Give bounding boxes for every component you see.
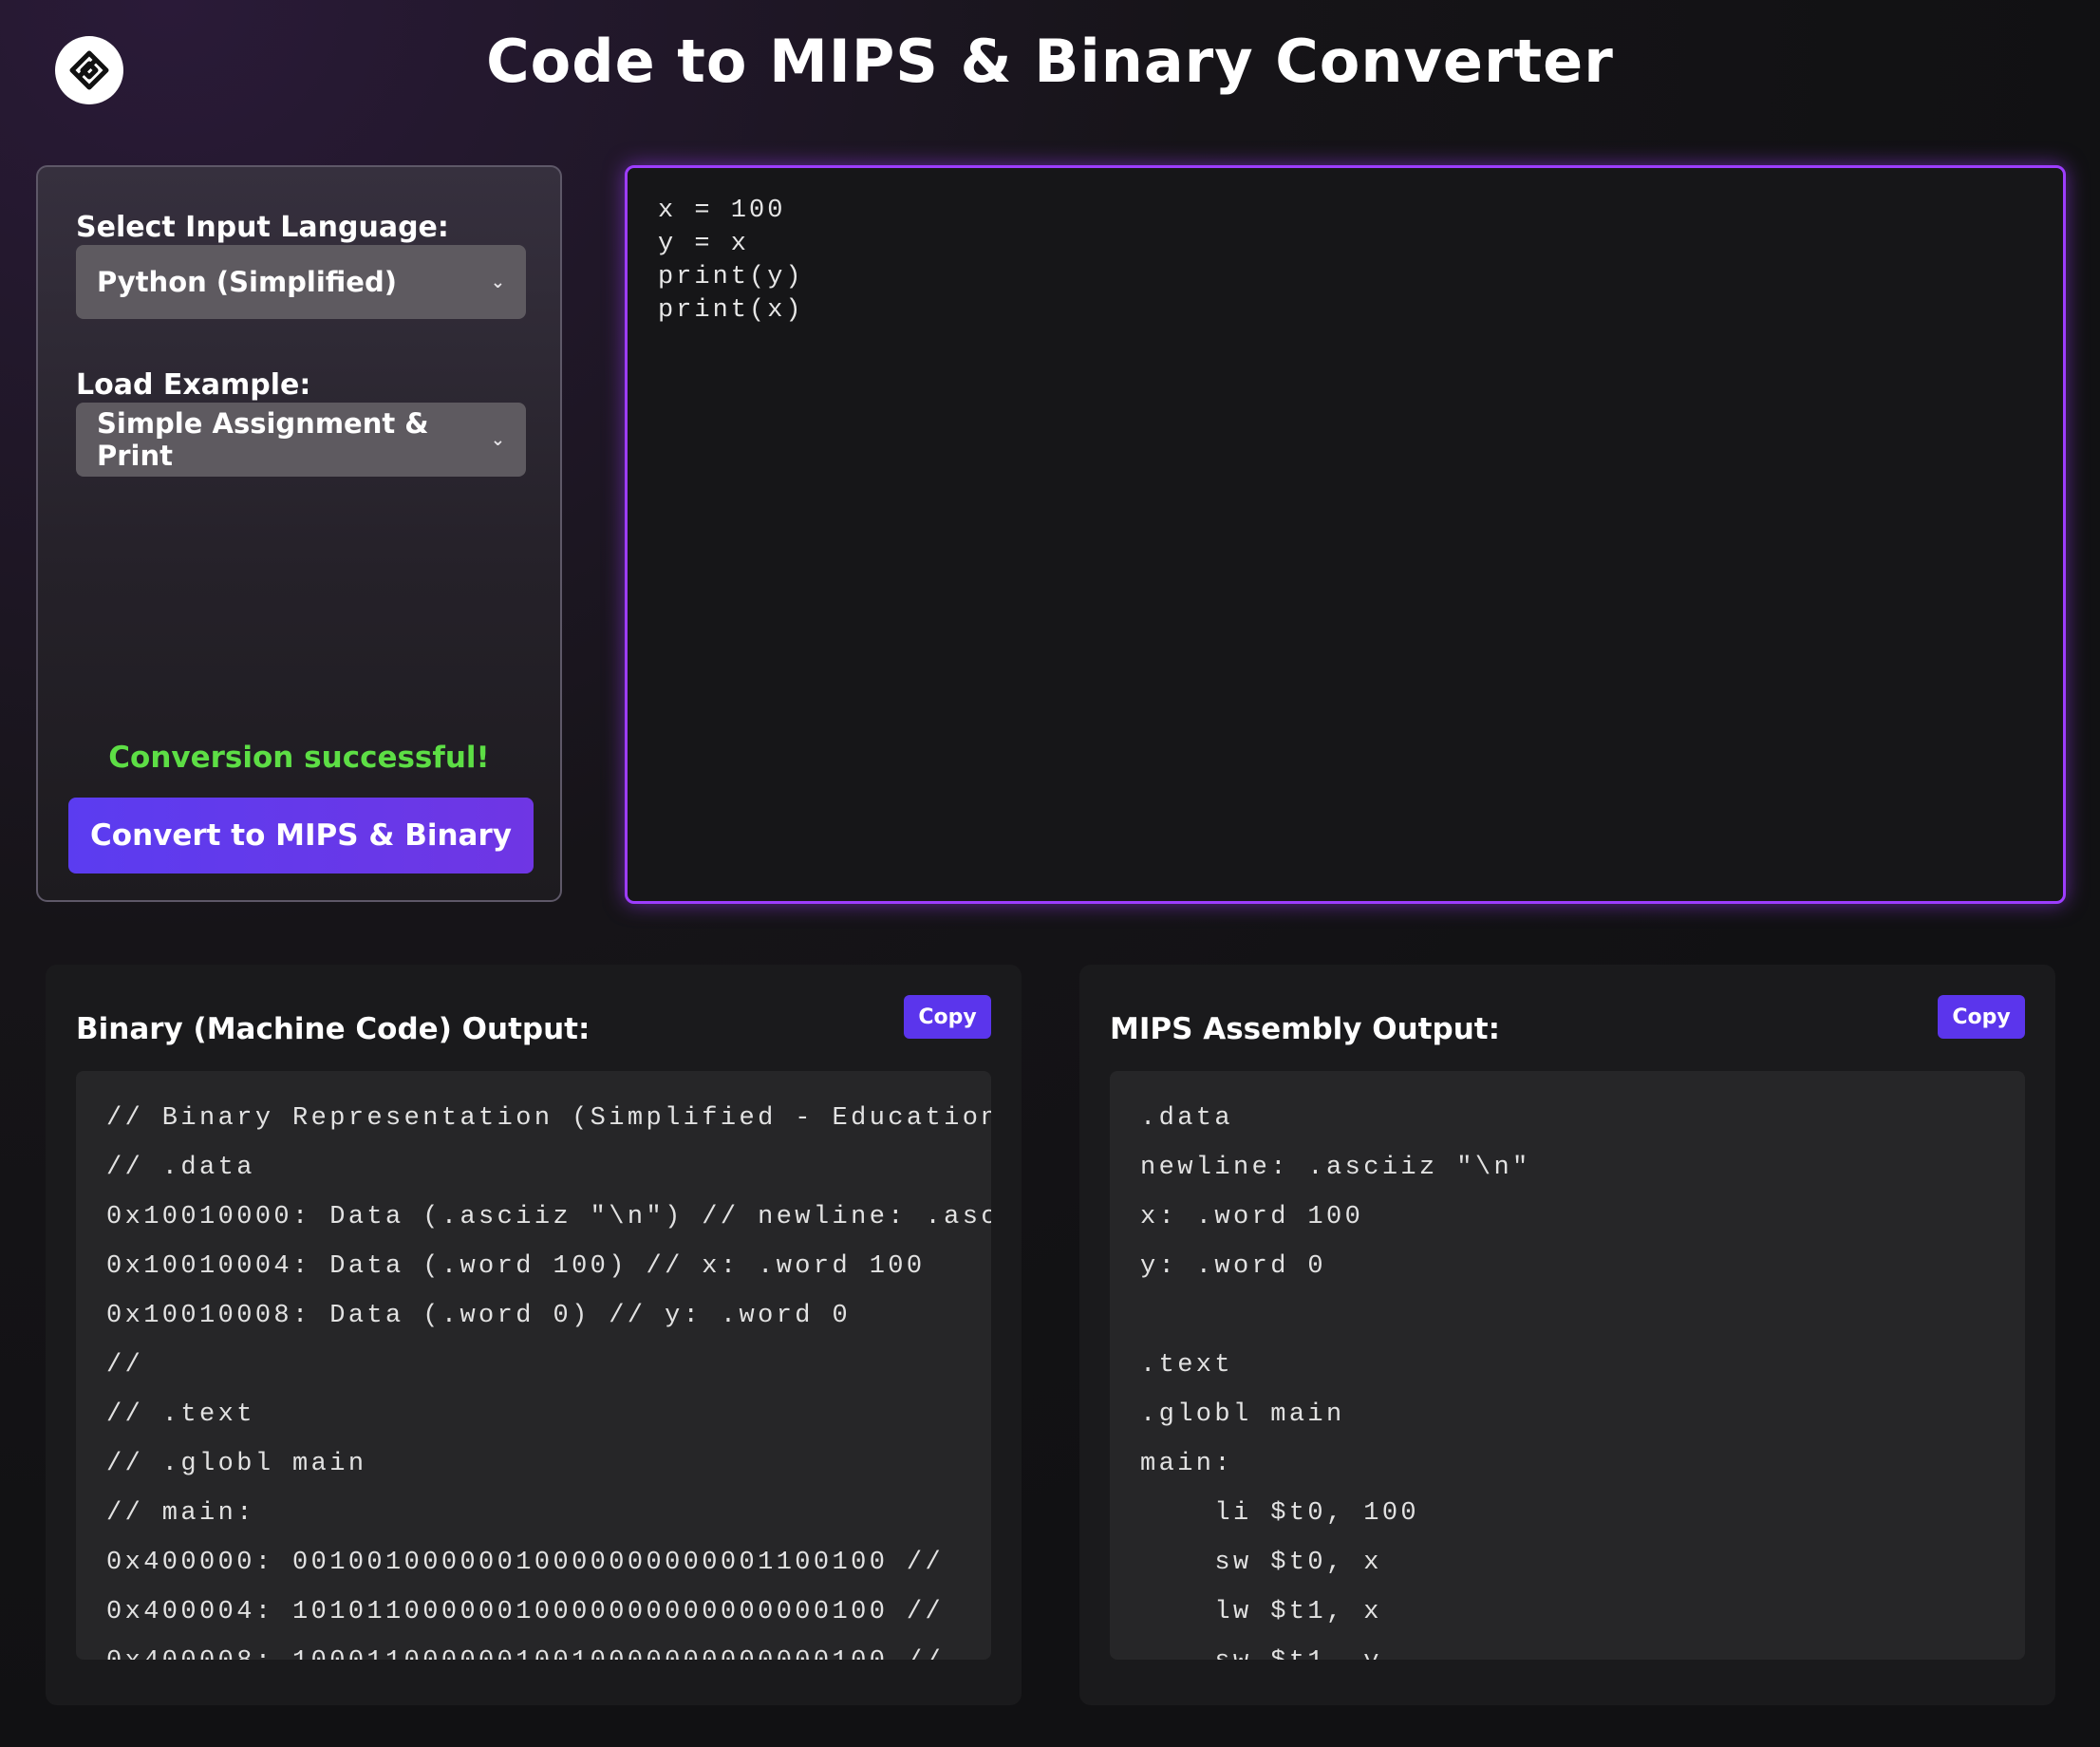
language-select[interactable]: Python (Simplified) ⌄ bbox=[76, 245, 526, 319]
copy-mips-button[interactable]: Copy bbox=[1938, 995, 2025, 1039]
example-label: Load Example: bbox=[76, 368, 311, 402]
code-line: // .globl main bbox=[106, 1450, 367, 1478]
status-message: Conversion successful! bbox=[108, 741, 490, 775]
page-title: Code to MIPS & Binary Converter bbox=[486, 27, 1614, 96]
code-line: lw $t1, x bbox=[1140, 1598, 1382, 1626]
binary-output-code[interactable]: // Binary Representation (Simplified - E… bbox=[76, 1071, 991, 1660]
code-line: // .text bbox=[106, 1400, 255, 1429]
convert-button[interactable]: Convert to MIPS & Binary bbox=[68, 798, 534, 874]
chevron-down-icon: ⌄ bbox=[490, 272, 505, 292]
code-line: 0x10010004: Data (.word 100) // x: .word… bbox=[106, 1252, 926, 1281]
code-line: 0x10010008: Data (.word 0) // y: .word 0 bbox=[106, 1302, 852, 1330]
code-line: main: bbox=[1140, 1450, 1234, 1478]
code-input-editor[interactable]: x = 100 y = x print(y) print(x) bbox=[625, 165, 2066, 904]
mips-output-panel: MIPS Assembly Output: Copy .data newline… bbox=[1079, 965, 2055, 1705]
code-line: 0x400008: 100011000000100100000000000001… bbox=[106, 1637, 961, 1660]
code-line: li $t0, 100 bbox=[1140, 1499, 1420, 1528]
code-line: x: .word 100 bbox=[1140, 1203, 1364, 1231]
code-line: // main: bbox=[106, 1499, 255, 1528]
code-line: // Binary Representation (Simplified - E… bbox=[106, 1104, 991, 1133]
code-line: // .data bbox=[106, 1154, 255, 1182]
code-line: .text bbox=[1140, 1351, 1234, 1380]
code-line: .globl main bbox=[1140, 1400, 1345, 1429]
language-select-value: Python (Simplified) bbox=[97, 266, 397, 298]
chevron-down-icon: ⌄ bbox=[490, 429, 505, 450]
copy-binary-button[interactable]: Copy bbox=[904, 995, 991, 1039]
code-line: 0x400000: 001001000000100000000000011001… bbox=[106, 1549, 945, 1577]
mips-output-title: MIPS Assembly Output: bbox=[1110, 1012, 1500, 1046]
code-line: .data bbox=[1140, 1104, 1234, 1133]
code-line: y: .word 0 bbox=[1140, 1252, 1327, 1281]
example-select[interactable]: Simple Assignment & Print ⌄ bbox=[76, 403, 526, 477]
example-select-value: Simple Assignment & Print bbox=[97, 407, 429, 472]
options-panel: Select Input Language: Python (Simplifie… bbox=[36, 165, 562, 902]
language-label: Select Input Language: bbox=[76, 211, 449, 244]
mips-output-code[interactable]: .data newline: .asciiz "\n" x: .word 100… bbox=[1110, 1071, 2025, 1660]
binary-output-panel: Binary (Machine Code) Output: Copy // Bi… bbox=[46, 965, 1022, 1705]
code-line: sw $t0, x bbox=[1140, 1549, 1382, 1577]
binary-output-title: Binary (Machine Code) Output: bbox=[76, 1012, 591, 1046]
code-line: sw $t1, y bbox=[1140, 1637, 1995, 1660]
code-line: newline: .asciiz "\n" bbox=[1140, 1154, 1531, 1182]
code-line: 0x10010000: Data (.asciiz "\n") // newli… bbox=[106, 1203, 991, 1231]
code-line: // bbox=[106, 1351, 144, 1380]
code-line: 0x400004: 101011000000100000000000000001… bbox=[106, 1598, 945, 1626]
